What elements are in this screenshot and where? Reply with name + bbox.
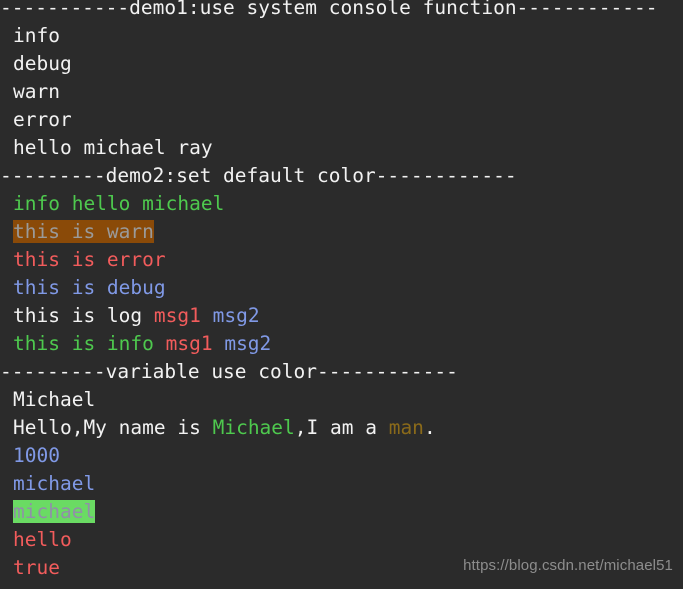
- output-this-is-warn-seg-0: this is warn: [13, 220, 154, 243]
- output-hello-my-name-is-seg-1: Michael: [212, 416, 295, 439]
- output-this-is-error-seg-0: this is error: [13, 248, 166, 271]
- output-error-seg-0: error: [13, 108, 72, 131]
- output-hello-michael-ray: hello michael ray: [0, 134, 683, 162]
- output-michael-capital-seg-0: Michael: [13, 388, 96, 411]
- section-header-variable-seg-0: ---------variable use color------------: [0, 360, 458, 383]
- output-hello-my-name-is: Hello,My name is Michael,I am a man.: [0, 414, 683, 442]
- output-debug: debug: [0, 50, 683, 78]
- output-warn-seg-0: warn: [13, 80, 60, 103]
- output-this-is-info-seg-0: this is info: [13, 332, 166, 355]
- output-warn: warn: [0, 78, 683, 106]
- output-info-hello-michael-seg-0: info hello michael: [13, 192, 225, 215]
- output-hello-my-name-is-seg-0: Hello,My name is: [13, 416, 213, 439]
- output-info: info: [0, 22, 683, 50]
- output-this-is-log-seg-2: msg2: [212, 304, 260, 327]
- output-debug-seg-0: debug: [13, 52, 72, 75]
- output-1000: 1000: [0, 442, 683, 470]
- output-hello-red-seg-0: hello: [13, 528, 72, 551]
- output-michael-highlighted-seg-0: michael: [13, 500, 96, 523]
- output-hello-my-name-is-seg-4: .: [423, 416, 436, 439]
- output-info-hello-michael: info hello michael: [0, 190, 683, 218]
- output-this-is-info-seg-2: msg2: [224, 332, 272, 355]
- output-michael-blue-seg-0: michael: [13, 472, 96, 495]
- output-this-is-log-seg-0: this is log: [13, 304, 154, 327]
- section-header-variable: ---------variable use color------------: [0, 358, 683, 386]
- output-this-is-debug-seg-0: this is debug: [13, 276, 166, 299]
- output-this-is-log-seg-1: msg1: [153, 304, 213, 327]
- output-this-is-debug: this is debug: [0, 274, 683, 302]
- output-this-is-warn: this is warn: [0, 218, 683, 246]
- console-lines: -----------demo1:use system console func…: [0, 0, 683, 582]
- output-hello-my-name-is-seg-2: ,I am a: [294, 416, 389, 439]
- section-header-demo1-seg-0: -----------demo1:use system console func…: [0, 0, 658, 19]
- output-true-seg-0: true: [13, 556, 60, 579]
- output-michael-blue: michael: [0, 470, 683, 498]
- output-error: error: [0, 106, 683, 134]
- output-hello-red: hello: [0, 526, 683, 554]
- output-this-is-info-seg-1: msg1: [165, 332, 225, 355]
- output-this-is-error: this is error: [0, 246, 683, 274]
- output-this-is-info: this is info msg1 msg2: [0, 330, 683, 358]
- section-header-demo2-seg-0: ---------demo2:set default color--------…: [0, 164, 517, 187]
- output-this-is-log: this is log msg1 msg2: [0, 302, 683, 330]
- output-michael-capital: Michael: [0, 386, 683, 414]
- output-hello-my-name-is-seg-3: man: [388, 416, 424, 439]
- output-info-seg-0: info: [13, 24, 60, 47]
- section-header-demo2: ---------demo2:set default color--------…: [0, 162, 683, 190]
- output-hello-michael-ray-seg-0: hello michael ray: [13, 136, 213, 159]
- watermark-url: https://blog.csdn.net/michael51: [463, 557, 673, 574]
- section-header-demo1: -----------demo1:use system console func…: [0, 0, 683, 22]
- output-1000-seg-0: 1000: [13, 444, 60, 467]
- console-output-pane: -----------demo1:use system console func…: [0, 0, 683, 589]
- output-michael-highlighted: michael: [0, 498, 683, 526]
